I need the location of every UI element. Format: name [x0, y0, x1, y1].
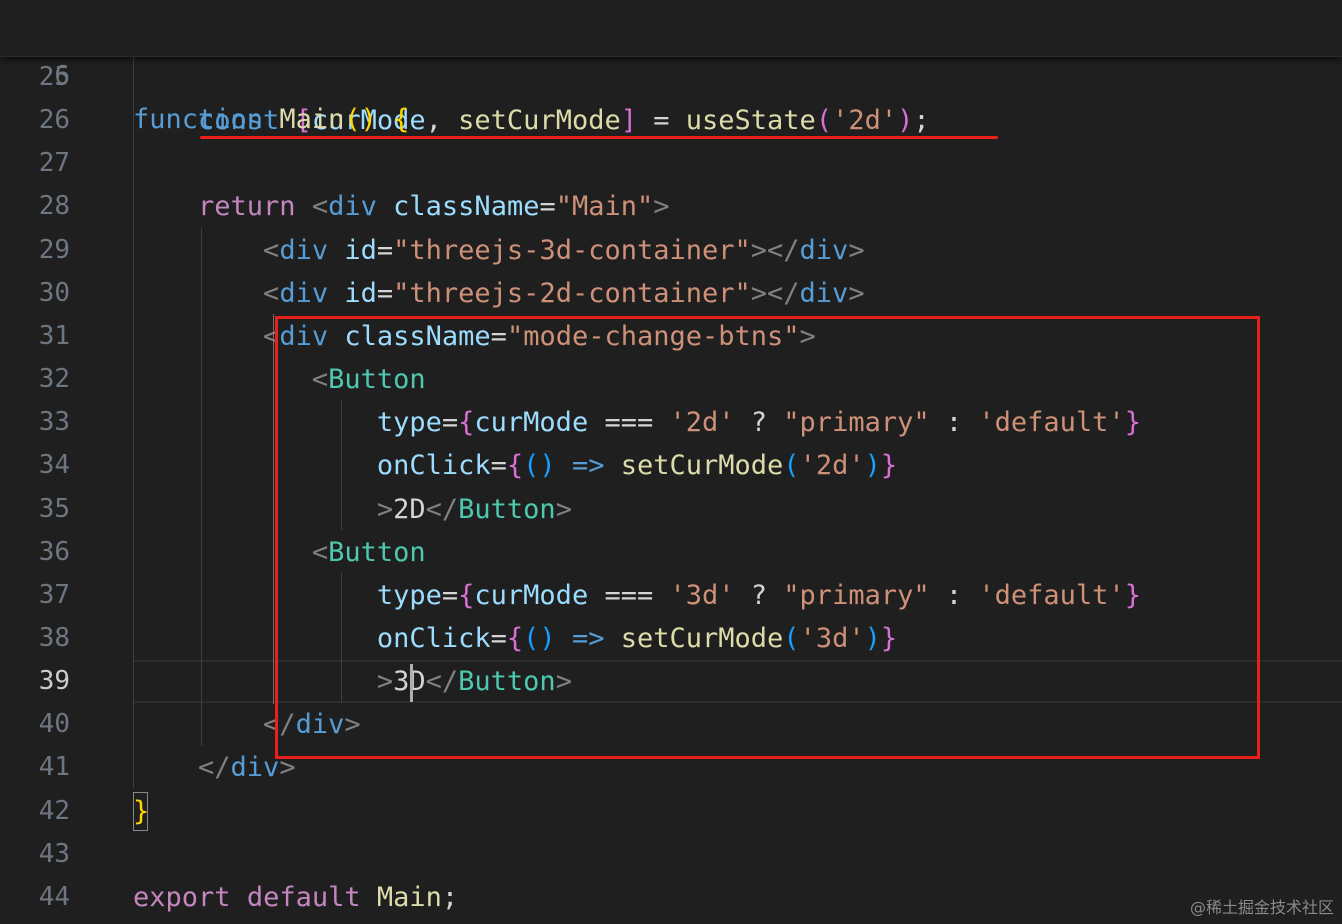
code-line[interactable]: 42}	[0, 790, 1342, 833]
line-number: 28	[38, 191, 70, 221]
watermark: @稀土掘金技术社区	[1189, 898, 1334, 917]
line-number: 40	[38, 709, 70, 739]
code-token: ></	[750, 278, 800, 309]
line-number: 35	[38, 494, 70, 524]
line-number: 38	[38, 623, 70, 653]
code-line[interactable]: 43	[0, 833, 1342, 876]
sticky-line[interactable]: 6 function Main() {	[0, 12, 1342, 135]
line-code: <div id="threejs-3d-container"></div>	[133, 229, 865, 272]
code-token: >	[848, 235, 865, 266]
line-code: <div id="threejs-2d-container"></div>	[133, 272, 865, 315]
line-number: 33	[38, 407, 70, 437]
code-token: div	[279, 235, 329, 266]
code-token: div	[799, 235, 849, 266]
code-token: "threejs-2d-container"	[393, 278, 751, 309]
code-token: ()	[344, 104, 377, 135]
code-token: )	[897, 105, 914, 136]
code-token: "Main"	[555, 191, 654, 222]
code-line[interactable]: 29 <div id="threejs-3d-container"></div>	[0, 229, 1342, 272]
code-token: div	[328, 191, 377, 222]
code-line[interactable]: 44 export default Main;	[0, 876, 1342, 919]
code-token: ;	[913, 105, 930, 136]
line-number: 42	[38, 796, 70, 826]
line-number: 37	[38, 580, 70, 610]
red-box-annotation	[275, 316, 1260, 759]
code-token: <	[311, 191, 329, 222]
line-number: 32	[38, 364, 70, 394]
code-line[interactable]: 25	[0, 56, 1342, 99]
line-number: 43	[38, 839, 70, 869]
line-number: 34	[38, 450, 70, 480]
line-number: 39	[38, 666, 70, 696]
code-token: {	[393, 104, 410, 135]
line-number: 29	[38, 235, 70, 265]
line-code: function Main() {	[133, 98, 409, 141]
code-token: div	[230, 752, 280, 783]
code-token: id	[344, 235, 377, 266]
bracket-match-box	[133, 792, 148, 831]
code-line[interactable]: 27	[0, 142, 1342, 185]
line-number: 30	[38, 278, 70, 308]
code-token: div	[279, 278, 329, 309]
code-token: ></	[750, 235, 800, 266]
code-token: export	[133, 882, 231, 913]
code-token: function	[133, 104, 264, 135]
line-number: 31	[38, 321, 70, 351]
code-token: =	[539, 191, 556, 222]
line-code: </div>	[133, 746, 296, 789]
line-code: return <div className="Main">	[133, 185, 670, 228]
code-token: =	[636, 105, 686, 136]
line-number: 6	[54, 61, 70, 91]
code-token: '2d'	[832, 105, 898, 136]
code-token: "threejs-3d-container"	[393, 235, 751, 266]
code-token: =	[376, 235, 394, 266]
code-token: setCurMode	[458, 105, 621, 136]
code-token: (	[815, 105, 833, 136]
code-token: Main	[279, 104, 345, 135]
code-token: ,	[425, 105, 459, 136]
code-token: default	[246, 882, 361, 913]
line-code: export default Main;	[133, 876, 458, 919]
code-token: >	[653, 191, 670, 222]
code-line[interactable]: 28 return <div className="Main">	[0, 185, 1342, 228]
code-token: useState	[685, 105, 816, 136]
code-token: Main	[376, 882, 442, 913]
line-number: 44	[38, 882, 70, 912]
code-token: div	[799, 278, 849, 309]
code-editor[interactable]: 25 26 const [curMode, setCurMode] = useSt…	[0, 0, 1342, 924]
line-number: 41	[38, 752, 70, 782]
code-token: id	[344, 278, 377, 309]
code-token: return	[198, 191, 296, 222]
code-line[interactable]: 30 <div id="threejs-2d-container"></div>	[0, 272, 1342, 315]
line-number: 36	[38, 537, 70, 567]
code-token: ]	[620, 105, 637, 136]
sticky-scroll-header[interactable]: 6 function Main() {	[0, 0, 1342, 135]
code-token: =	[376, 278, 394, 309]
code-token: className	[393, 191, 540, 222]
code-token: ;	[441, 882, 459, 913]
code-token: >	[848, 278, 865, 309]
code-token: </	[198, 752, 231, 783]
code-token: <	[263, 278, 280, 309]
code-token: <	[263, 235, 280, 266]
